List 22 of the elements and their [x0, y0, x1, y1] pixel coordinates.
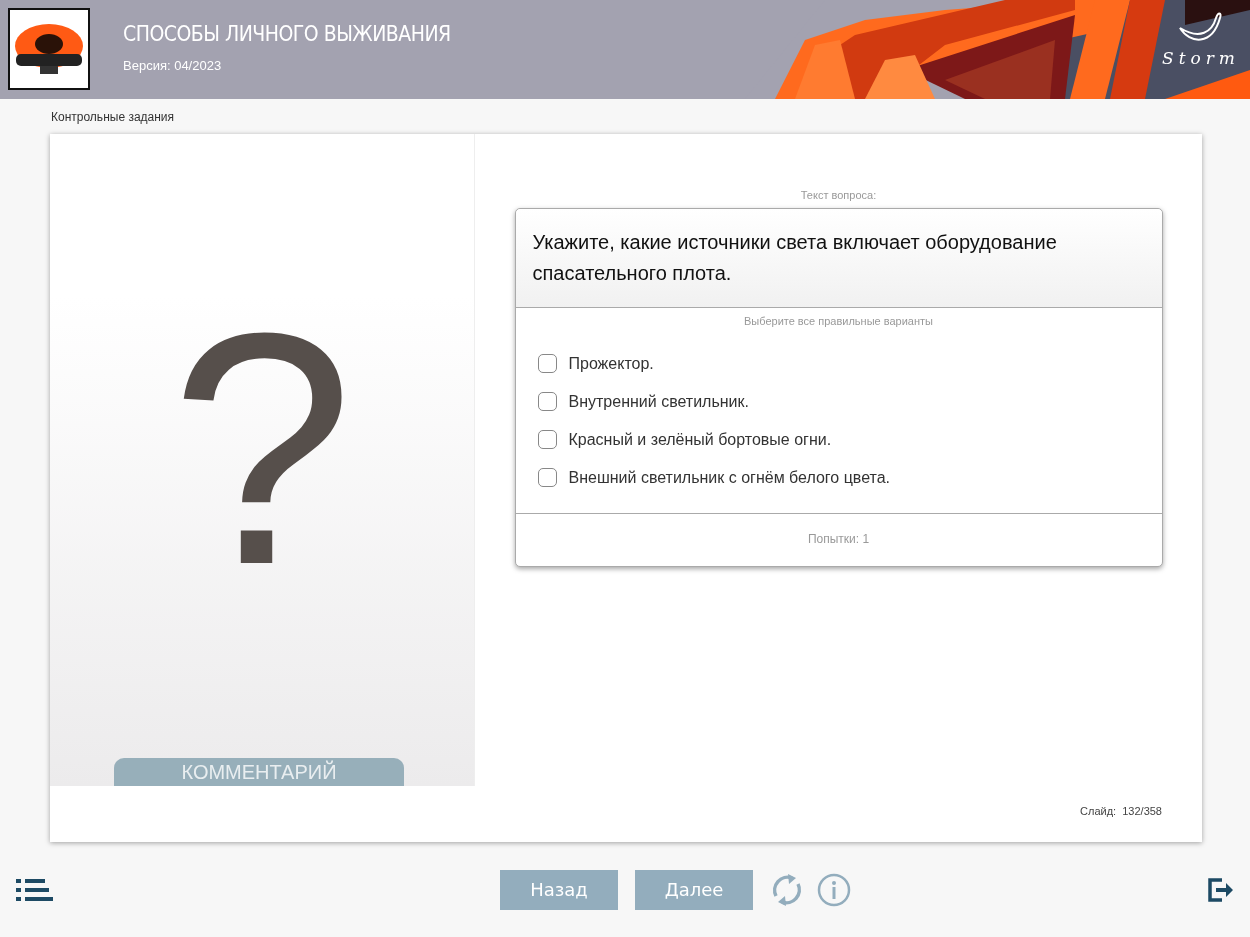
reload-icon[interactable]: [770, 871, 804, 908]
info-icon[interactable]: [817, 872, 851, 907]
breadcrumb: Контрольные задания: [51, 110, 176, 126]
attempts-label: Попытки: 1: [806, 531, 871, 548]
question-mark: ?: [170, 284, 354, 635]
checkbox[interactable]: [537, 354, 557, 373]
version-label: Версия: 04/2023: [123, 58, 223, 73]
option-label[interactable]: Внутренний светильник.: [568, 392, 749, 411]
menu-icon[interactable]: [16, 878, 53, 901]
checkbox[interactable]: [537, 430, 557, 449]
option-label[interactable]: Внешний светильник с огнём белого цвета.: [568, 468, 891, 487]
option-label[interactable]: Красный и зелёный бортовые огни.: [568, 430, 832, 449]
course-title: СПОСОБЫ ЛИЧНОГО ВЫЖИВАНИЯ: [123, 22, 451, 46]
exit-icon[interactable]: [1208, 876, 1234, 903]
checkbox[interactable]: [537, 392, 557, 411]
brand-name: Storm: [1162, 48, 1240, 68]
checkbox[interactable]: [537, 468, 557, 487]
instruction-text: Выберите все правильные варианты: [743, 315, 934, 327]
question-text: Укажите, какие источники света включает оборудование спасательного плота.: [515, 209, 1162, 308]
question-caption: Текст вопроса:: [800, 189, 877, 201]
slide-counter: Слайд: 132/358: [1080, 805, 1162, 817]
option-label[interactable]: Прожектор.: [568, 354, 654, 373]
